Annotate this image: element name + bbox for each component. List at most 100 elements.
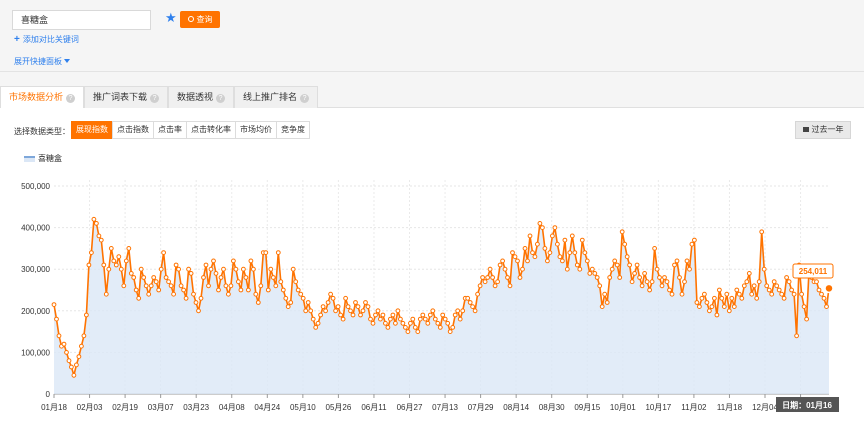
data-point[interactable]: [662, 275, 667, 280]
data-point[interactable]: [400, 320, 406, 326]
data-point[interactable]: [233, 266, 239, 272]
data-point[interactable]: [228, 283, 234, 289]
data-point[interactable]: [607, 275, 613, 280]
data-point[interactable]: [410, 316, 416, 322]
data-point[interactable]: [126, 246, 132, 251]
data-point[interactable]: [470, 304, 476, 310]
data-point[interactable]: [632, 271, 637, 276]
data-point[interactable]: [582, 250, 588, 256]
data-point[interactable]: [510, 250, 515, 256]
data-point[interactable]: [664, 279, 670, 285]
data-point[interactable]: [118, 266, 124, 272]
data-point[interactable]: [432, 316, 438, 322]
data-point[interactable]: [243, 275, 249, 280]
data-point[interactable]: [268, 266, 274, 272]
data-point[interactable]: [744, 279, 750, 285]
data-point[interactable]: [644, 279, 650, 285]
data-point[interactable]: [654, 266, 660, 272]
data-point[interactable]: [579, 237, 585, 243]
data-point[interactable]: [746, 271, 752, 276]
data-point[interactable]: [236, 279, 241, 285]
data-point[interactable]: [196, 308, 201, 314]
data-point[interactable]: [76, 354, 82, 360]
data-point[interactable]: [574, 262, 580, 268]
data-point[interactable]: [535, 241, 540, 247]
data-point[interactable]: [572, 250, 578, 256]
data-point[interactable]: [734, 287, 740, 293]
data-point[interactable]: [417, 316, 423, 322]
data-point[interactable]: [515, 258, 520, 264]
data-point[interactable]: [288, 300, 294, 305]
data-point[interactable]: [647, 287, 652, 293]
data-point[interactable]: [786, 279, 792, 285]
data-point[interactable]: [784, 275, 789, 280]
data-point[interactable]: [560, 258, 565, 264]
data-point[interactable]: [345, 304, 351, 310]
data-point[interactable]: [804, 316, 809, 322]
data-point[interactable]: [138, 266, 144, 272]
data-point[interactable]: [739, 295, 745, 301]
data-point[interactable]: [422, 316, 428, 322]
data-point[interactable]: [639, 283, 645, 289]
data-point[interactable]: [731, 304, 737, 310]
data-point[interactable]: [368, 316, 373, 322]
data-point[interactable]: [659, 283, 665, 289]
data-point[interactable]: [587, 271, 593, 276]
data-point[interactable]: [293, 279, 299, 285]
data-point[interactable]: [759, 229, 765, 235]
data-point[interactable]: [383, 320, 388, 326]
data-point[interactable]: [542, 246, 548, 251]
data-point[interactable]: [545, 258, 550, 264]
data-point[interactable]: [624, 254, 630, 260]
data-point[interactable]: [340, 316, 346, 322]
data-point[interactable]: [692, 237, 697, 243]
data-point[interactable]: [617, 275, 623, 280]
data-point[interactable]: [54, 316, 59, 322]
data-point[interactable]: [502, 266, 508, 272]
data-point[interactable]: [128, 271, 134, 276]
data-point[interactable]: [163, 275, 169, 280]
data-point[interactable]: [191, 291, 196, 297]
data-point[interactable]: [764, 283, 770, 289]
data-point[interactable]: [592, 271, 598, 276]
data-point[interactable]: [81, 333, 87, 339]
data-point[interactable]: [816, 287, 822, 293]
data-point[interactable]: [467, 300, 473, 305]
data-point[interactable]: [96, 233, 102, 239]
data-point[interactable]: [390, 312, 396, 318]
data-point[interactable]: [290, 266, 296, 272]
data-point[interactable]: [408, 320, 413, 326]
data-point[interactable]: [203, 262, 209, 268]
data-point[interactable]: [602, 291, 608, 297]
data-point[interactable]: [370, 320, 376, 326]
data-point[interactable]: [562, 237, 568, 243]
data-point[interactable]: [101, 262, 107, 268]
data-point[interactable]: [505, 275, 510, 280]
data-point[interactable]: [74, 362, 79, 368]
data-point[interactable]: [657, 275, 662, 280]
data-point[interactable]: [176, 266, 182, 272]
data-point[interactable]: [298, 291, 304, 297]
data-point[interactable]: [106, 266, 112, 272]
data-point[interactable]: [679, 291, 685, 297]
data-point[interactable]: [766, 287, 772, 293]
data-point[interactable]: [447, 329, 453, 335]
data-point[interactable]: [694, 300, 700, 305]
data-point[interactable]: [522, 246, 528, 251]
data-point[interactable]: [567, 250, 573, 256]
data-point[interactable]: [51, 302, 57, 308]
data-point[interactable]: [253, 291, 259, 297]
data-point[interactable]: [475, 291, 481, 297]
data-point[interactable]: [64, 350, 69, 355]
data-point[interactable]: [599, 304, 605, 310]
data-point[interactable]: [226, 291, 231, 297]
data-point[interactable]: [61, 341, 67, 347]
data-point[interactable]: [726, 308, 732, 314]
data-point[interactable]: [801, 304, 807, 310]
data-point[interactable]: [781, 295, 787, 301]
data-point[interactable]: [213, 271, 219, 276]
data-point[interactable]: [721, 304, 727, 310]
data-point[interactable]: [328, 291, 334, 297]
data-point[interactable]: [627, 262, 632, 268]
data-point[interactable]: [405, 329, 411, 335]
